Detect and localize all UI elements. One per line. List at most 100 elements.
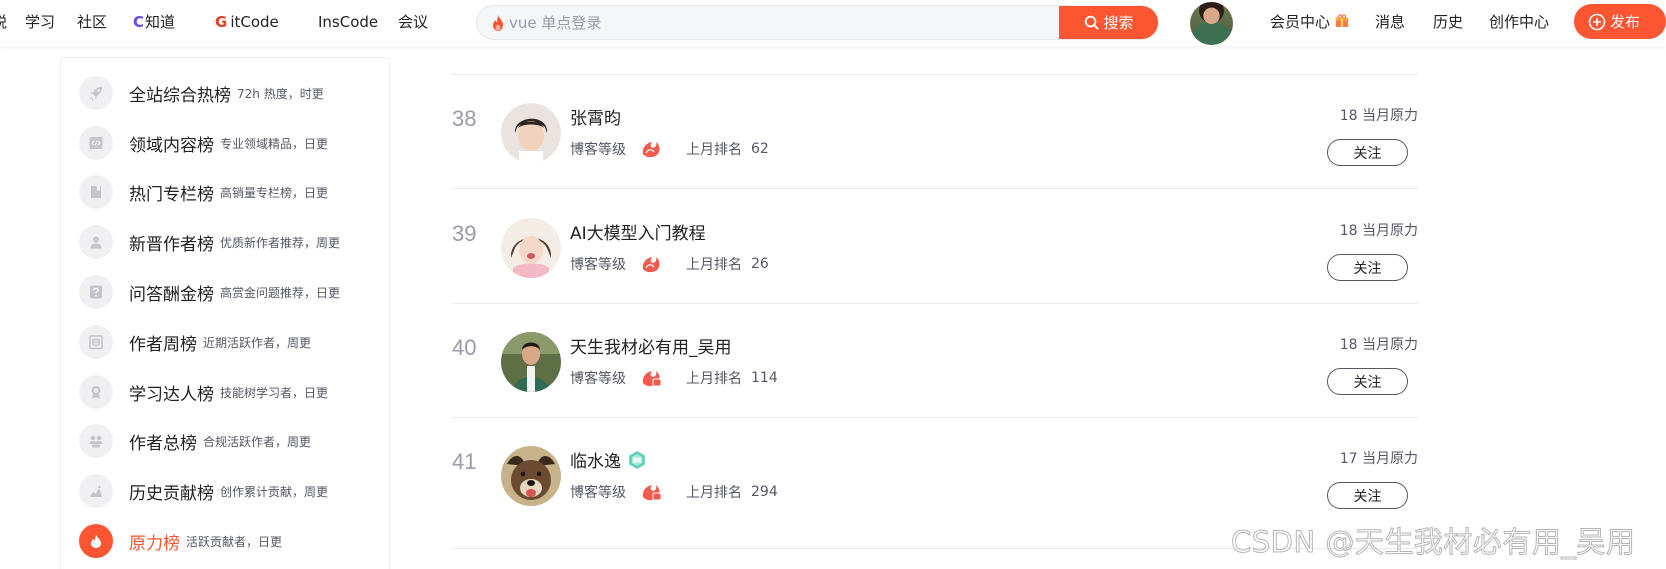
follow-button[interactable]: 关注 [1327,482,1408,509]
nav-item-community[interactable]: 社区 [77,12,107,32]
podium-icon [79,474,113,508]
level-label: 博客等级 [570,257,626,273]
last-month-rank: 294 [751,484,778,500]
sidebar-item-column[interactable]: 热门专栏榜 高销量专栏榜，日更 [79,168,379,216]
last-month-rank: 114 [751,370,778,386]
search-button-label: 搜索 [1103,14,1134,32]
user-avatar[interactable] [1190,2,1233,45]
sidebar-item-desc: 活跃贡献者，日更 [186,534,283,549]
sidebar-item-desc: 72h 热度，时更 [237,86,324,101]
sidebar-item-desc: 技能树学习者，日更 [220,385,329,400]
creator-center-link[interactable]: 创作中心 [1489,12,1549,32]
row-divider [452,74,1418,75]
sidebar-item-label: 学习达人榜 [129,384,214,405]
author-name[interactable]: 天生我材必有用_吴用 [570,333,732,358]
last-month-rank: 26 [751,256,769,272]
medal-icon [79,375,113,409]
ranking-row: 39 AI大模型入门教程 博客等级 上月排名 26 18 当月原力 关注 [452,204,1418,322]
nav-item-meeting[interactable]: 会议 [398,12,428,32]
sidebar-item-label: 作者总榜 [129,433,197,454]
sidebar-item-desc: 近期活跃作者，周更 [203,335,312,350]
rank-number: 40 [452,335,477,360]
publish-label: 发布 [1610,13,1641,31]
author-avatar[interactable] [501,446,561,506]
last-month-label: 上月排名 [686,485,742,501]
sidebar-item-label: 全站综合热榜 [129,85,231,106]
sidebar-item-force[interactable]: 原力榜 活跃贡献者，日更 [79,517,379,565]
sidebar-item-desc: 高赏金问题推荐，日更 [220,285,341,300]
search-icon [1085,15,1100,30]
vip-center-link[interactable]: 会员中心 [1270,12,1349,32]
top-navbar: 悦 学习 社区 C知道 GitCode InsCode 会议 搜索 会员中心 消… [0,0,1666,46]
author-avatar[interactable] [501,218,561,278]
author-name-text: 临水逸 [570,452,621,472]
monthly-force: 18 当月原力 [1339,223,1418,239]
sidebar-item-desc: 高销量专栏榜，日更 [220,185,329,200]
author-name[interactable]: AI大模型入门教程 [570,219,706,244]
monthly-force: 18 当月原力 [1339,108,1418,124]
follow-button[interactable]: 关注 [1327,368,1408,395]
nav-item-cut[interactable]: 悦 [0,12,7,32]
author-level-line: 博客等级 上月排名 26 [570,254,769,274]
sidebar-item-weekly-author[interactable]: 作者周榜 近期活跃作者，周更 [79,318,379,366]
sidebar-item-label: 问答酬金榜 [129,284,214,305]
author-level-line: 博客等级 上月排名 114 [570,368,778,388]
level-label: 博客等级 [570,142,626,158]
sidebar-item-new-author[interactable]: 新晋作者榜 优质新作者推荐，周更 [79,218,379,266]
gitcode-label: itCode [230,13,279,31]
sidebar-item-domain[interactable]: 领域内容榜 专业领域精品，日更 [79,119,379,167]
level-label: 博客等级 [570,371,626,387]
nav-item-gitcode[interactable]: GitCode [215,12,279,32]
nav-item-inscode[interactable]: InsCode [318,12,378,32]
plus-circle-icon [1588,13,1606,30]
search-button[interactable]: 搜索 [1059,6,1158,39]
row-divider [452,303,1418,304]
vip-center-label: 会员中心 [1270,13,1331,31]
follow-button[interactable]: 关注 [1327,254,1408,281]
author-name[interactable]: 张霄昀 [570,104,621,129]
sidebar-item-qa-reward[interactable]: 问答酬金榜 高赏金问题推荐，日更 [79,268,379,316]
ranking-row: 38 张霄昀 博客等级 上月排名 62 18 当月原力 关注 [452,89,1418,207]
search-input[interactable] [509,6,1029,39]
nav-item-study[interactable]: 学习 [25,12,55,32]
sidebar-item-label: 领域内容榜 [129,135,214,156]
cknow-label: 知道 [145,13,176,31]
sidebar-item-learner[interactable]: 学习达人榜 技能树学习者，日更 [79,368,379,416]
author-name[interactable]: 临水逸 [570,447,647,472]
publish-button[interactable]: 发布 [1574,4,1666,39]
rocket-icon [79,76,113,110]
last-month-rank: 62 [751,141,769,157]
rank-number: 39 [452,221,477,246]
sidebar-item-desc: 创作累计贡献，周更 [220,484,329,499]
messages-link[interactable]: 消息 [1375,12,1405,32]
search-bar: 搜索 [476,5,1159,40]
last-month-label: 上月排名 [686,371,742,387]
fire-icon [79,524,113,558]
csdn-watermark: CSDN @天生我材必有用_吴用 [1230,525,1636,560]
verified-badge-icon [629,450,645,469]
author-avatar[interactable] [501,332,561,392]
ranking-row: 40 天生我材必有用_吴用 博客等级 上月排名 114 18 当月原力 关注 [452,318,1418,436]
group-icon [79,424,113,458]
blog-level-icon [642,257,660,273]
author-level-line: 博客等级 上月排名 294 [570,482,778,502]
author-avatar[interactable] [501,103,561,163]
sidebar-item-author-total[interactable]: 作者总榜 合规活跃作者，周更 [79,417,379,465]
history-link[interactable]: 历史 [1433,12,1463,32]
monthly-force: 18 当月原力 [1339,337,1418,353]
author-level-line: 博客等级 上月排名 62 [570,139,769,159]
follow-button[interactable]: 关注 [1327,139,1408,166]
monthly-force: 17 当月原力 [1339,451,1418,467]
gift-icon [1335,14,1349,27]
nav-item-cknow[interactable]: C知道 [133,12,175,32]
blog-level-icon [642,485,662,501]
sidebar-item-label: 热门专栏榜 [129,184,214,205]
code-icon [79,126,113,160]
fire-icon [493,15,503,31]
rank-number: 41 [452,449,477,474]
gitcode-logo-icon: G [215,13,228,31]
sidebar-item-history-contribution[interactable]: 历史贡献榜 创作累计贡献，周更 [79,467,379,515]
sidebar-item-overall-hot[interactable]: 全站综合热榜 72h 热度，时更 [79,69,379,117]
sidebar-item-desc: 优质新作者推荐，周更 [220,235,341,250]
question-icon [79,275,113,309]
